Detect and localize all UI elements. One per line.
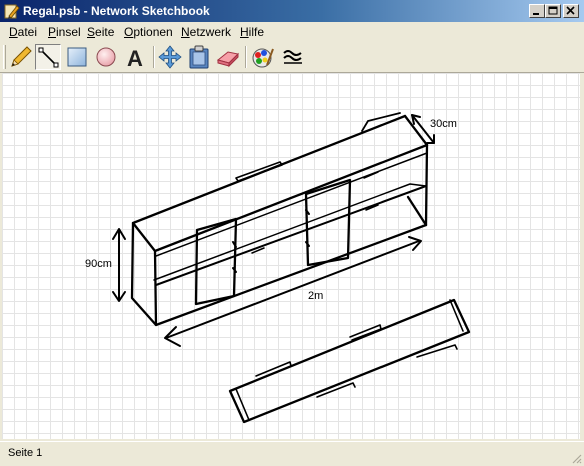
menu-hilfe[interactable]: Hilfe xyxy=(240,25,264,39)
eraser-tool[interactable] xyxy=(215,44,241,70)
menu-seite-mnemonic: S xyxy=(87,25,96,39)
minimize-icon xyxy=(533,13,539,15)
maximize-icon xyxy=(548,6,558,15)
resize-grip-icon[interactable] xyxy=(570,452,582,464)
page-indicator: Seite 1 xyxy=(8,447,43,459)
move-tool[interactable] xyxy=(157,44,183,70)
move-icon xyxy=(158,45,182,69)
eraser-icon xyxy=(216,51,240,68)
menu-datei[interactable]: Datei xyxy=(9,25,37,39)
rectangle-tool[interactable] xyxy=(64,44,90,70)
window-title: Regal.psb - Network Sketchbook xyxy=(23,4,210,18)
menu-optionen[interactable]: Optionen xyxy=(124,25,173,39)
shelf-top-corner xyxy=(361,112,401,132)
text-tool[interactable]: A xyxy=(122,44,148,70)
minimize-button[interactable] xyxy=(529,4,545,18)
text-tool-icon: A xyxy=(127,46,143,69)
menu-pinsel-rest: insel xyxy=(56,25,81,39)
menu-datei-mnemonic: D xyxy=(9,25,18,39)
line-icon xyxy=(38,47,59,68)
door-hinge xyxy=(232,209,310,273)
shelf-top-handle xyxy=(235,161,283,182)
svg-text:A: A xyxy=(127,46,143,69)
ellipse-icon xyxy=(96,47,116,67)
menu-pinsel[interactable]: Pinsel xyxy=(48,25,81,39)
width-label: 2m xyxy=(308,290,324,302)
title-bar[interactable]: Regal.psb - Network Sketchbook xyxy=(0,0,584,22)
rectangle-icon xyxy=(67,47,87,67)
shelf-left-side xyxy=(130,221,158,327)
color-palette-tool[interactable] xyxy=(250,44,276,70)
menu-seite-rest: eite xyxy=(95,25,115,39)
color-palette-icon xyxy=(252,48,274,68)
menu-hilfe-mnemonic: H xyxy=(240,25,249,39)
menu-netzwerk-mnemonic: N xyxy=(181,25,190,39)
toolbar-separator xyxy=(153,46,155,68)
menu-seite[interactable]: Seite xyxy=(87,25,114,39)
clipboard-tool[interactable] xyxy=(186,44,212,70)
pencil-icon xyxy=(11,46,32,67)
drawing-canvas[interactable]: 30cm 90cm 2m xyxy=(2,73,580,439)
menu-datei-rest: atei xyxy=(17,25,38,39)
menu-netzwerk-rest: etzwerk xyxy=(189,25,232,39)
line-tool[interactable] xyxy=(35,44,61,70)
shelf-bottom-right xyxy=(406,195,428,227)
close-icon xyxy=(566,6,575,15)
menu-bar: Datei Pinsel Seite Optionen Netzwerk Hil… xyxy=(0,22,584,41)
menu-hilfe-rest: ilfe xyxy=(248,25,265,39)
menu-netzwerk[interactable]: Netzwerk xyxy=(181,25,231,39)
toolbar: A xyxy=(0,41,584,73)
board-outline xyxy=(228,298,471,424)
shelf-right-side xyxy=(424,143,429,227)
menu-optionen-rest: ptionen xyxy=(133,25,173,39)
sketch-drawing xyxy=(112,112,471,424)
board-inner-edge xyxy=(235,299,464,421)
toolbar-grip[interactable] xyxy=(3,45,6,69)
pencil-tool[interactable] xyxy=(8,44,34,70)
app-window: Regal.psb - Network Sketchbook Datei Pin… xyxy=(0,0,584,466)
toolbar-separator xyxy=(245,46,247,68)
height-label: 90cm xyxy=(85,258,112,270)
app-pencil-icon xyxy=(4,4,20,19)
clipboard-icon xyxy=(189,45,209,69)
menu-optionen-mnemonic: O xyxy=(124,25,134,39)
ellipse-tool[interactable] xyxy=(93,44,119,70)
line-style-tool[interactable] xyxy=(280,44,306,70)
maximize-button[interactable] xyxy=(545,4,561,18)
depth-label: 30cm xyxy=(430,118,457,130)
close-button[interactable] xyxy=(563,4,579,18)
width-arrow xyxy=(165,240,420,339)
menu-pinsel-mnemonic: P xyxy=(48,25,57,39)
line-style-icon xyxy=(283,50,302,64)
status-bar: Seite 1 xyxy=(0,441,584,466)
